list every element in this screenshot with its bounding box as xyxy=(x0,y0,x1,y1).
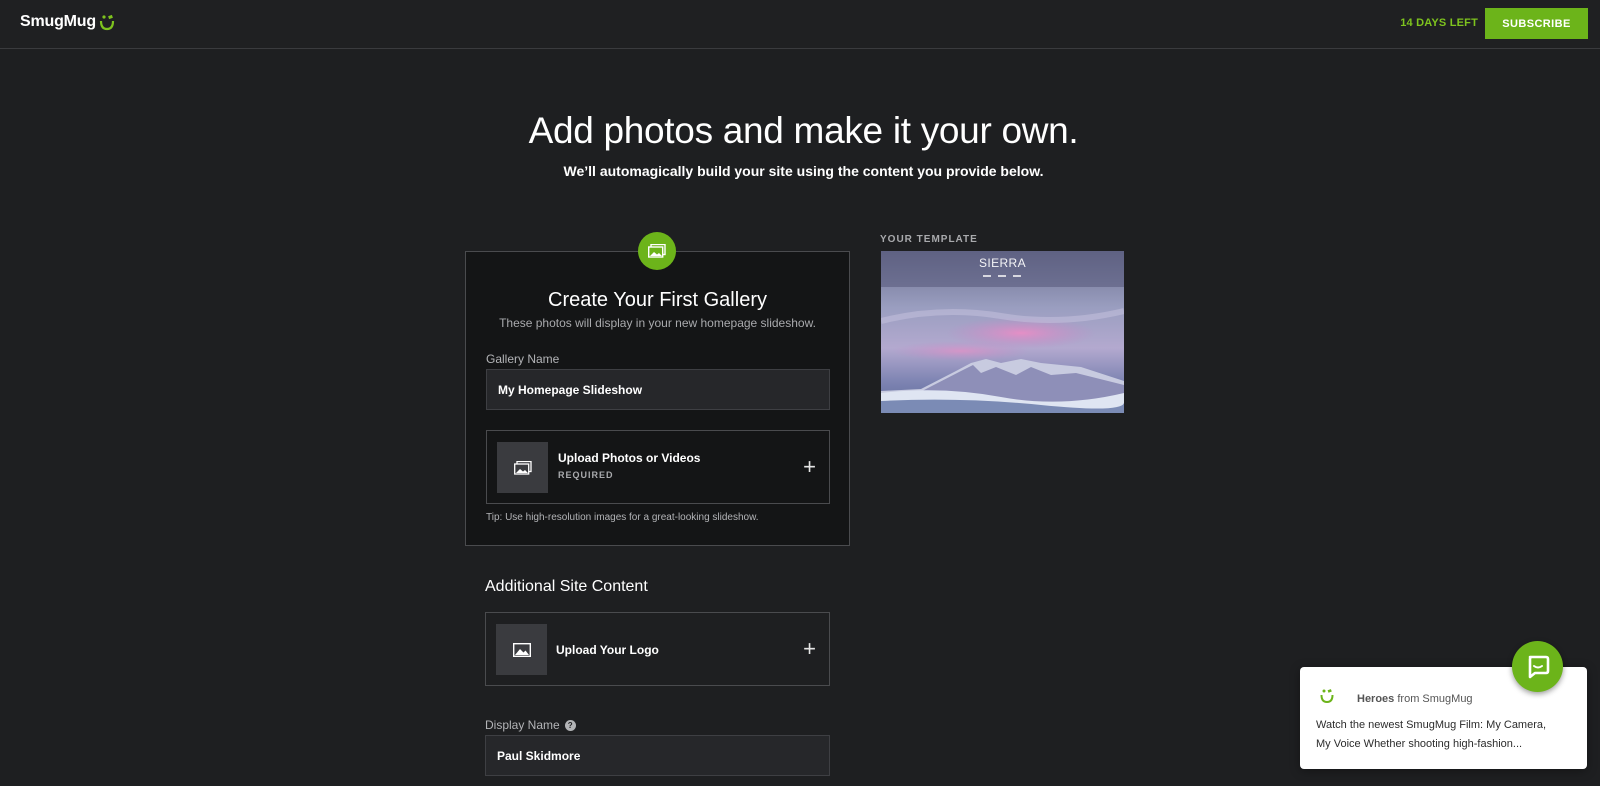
upload-tip: Tip: Use high-resolution images for a gr… xyxy=(486,512,759,523)
chat-icon xyxy=(1528,655,1549,678)
chat-message: Watch the newest SmugMug Film: My Camera… xyxy=(1316,719,1547,750)
top-bar: SmugMug 14 DAYS LEFT SUBSCRIBE xyxy=(0,0,1600,49)
upload-photos-label: Upload Photos or Videos xyxy=(558,451,701,465)
trial-days-left: 14 DAYS LEFT xyxy=(1400,17,1478,29)
display-name-label-text: Display Name xyxy=(485,718,560,732)
template-name: SIERRA xyxy=(978,256,1027,270)
card-title: Create Your First Gallery xyxy=(548,289,767,311)
plus-icon: + xyxy=(803,636,816,661)
plus-icon: + xyxy=(803,454,816,479)
page-subtitle: We’ll automagically build your site usin… xyxy=(563,163,1044,179)
template-preview[interactable]: SIERRA xyxy=(881,251,1124,413)
create-gallery-card: Create Your First Gallery These photos w… xyxy=(465,251,850,546)
help-icon[interactable]: ? xyxy=(564,720,576,732)
chat-sender-suffix: from SmugMug xyxy=(1397,693,1473,705)
display-name-input[interactable]: Paul Skidmore xyxy=(485,735,830,776)
upload-logo-label: Upload Your Logo xyxy=(556,643,659,657)
additional-content-title: Additional Site Content xyxy=(485,578,648,595)
upload-photos-button[interactable]: Upload Photos or Videos REQUIRED + xyxy=(486,430,830,504)
upload-thumb xyxy=(497,442,548,493)
page-title: Add photos and make it your own. xyxy=(528,110,1079,151)
required-label: REQUIRED xyxy=(558,470,614,480)
template-nav xyxy=(983,275,1021,277)
smugmug-logo[interactable]: SmugMug xyxy=(20,13,115,31)
brand-name: SmugMug xyxy=(20,13,96,30)
smugmug-smile-icon xyxy=(99,14,115,31)
photos-icon xyxy=(513,460,532,475)
card-subtitle: These photos will display in your new ho… xyxy=(499,316,816,330)
logo-thumb xyxy=(496,624,547,675)
gallery-name-label: Gallery Name xyxy=(486,352,560,366)
gallery-name-input[interactable]: My Homepage Slideshow xyxy=(486,369,830,410)
template-label: YOUR TEMPLATE xyxy=(880,234,978,245)
image-icon xyxy=(512,642,531,657)
chat-sender-name: Heroes xyxy=(1357,693,1395,705)
upload-logo-button[interactable]: Upload Your Logo + xyxy=(485,612,830,686)
gallery-badge xyxy=(638,232,676,270)
chat-sender: Heroes from SmugMug xyxy=(1357,693,1473,705)
smugmug-smile-icon xyxy=(1320,689,1334,704)
display-name-label: Display Name? xyxy=(485,718,576,732)
subscribe-button[interactable]: SUBSCRIBE xyxy=(1485,8,1588,39)
chat-launcher-button[interactable] xyxy=(1512,641,1563,692)
gallery-icon xyxy=(648,244,666,258)
